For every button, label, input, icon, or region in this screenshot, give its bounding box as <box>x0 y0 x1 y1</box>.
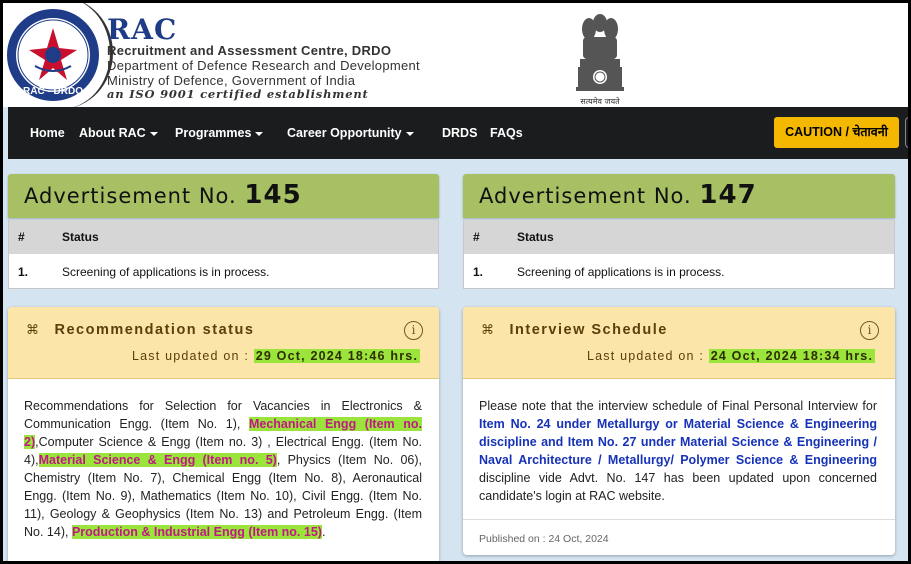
national-emblem-icon: सत्यमेव जयते <box>576 14 624 106</box>
info-icon[interactable]: i <box>860 321 879 340</box>
row-status: Screening of applications is in process. <box>517 265 725 279</box>
nav-faqs-label: FAQs <box>490 126 523 140</box>
org-name: Recruitment and Assessment Centre, DRDO <box>107 43 392 58</box>
advertisement-147-title: Advertisement No. 147 <box>479 180 757 210</box>
info-icon[interactable]: i <box>404 321 423 340</box>
last-updated-date: 29 Oct, 2024 18:46 hrs. <box>253 349 421 363</box>
nav-about-rac[interactable]: About RAC <box>79 126 158 140</box>
chevron-down-icon <box>405 131 414 136</box>
last-updated: Last updated on : 24 Oct, 2024 18:34 hrs… <box>587 349 876 363</box>
rac-drdo-logo-icon[interactable]: RAC - DRDO <box>5 6 101 104</box>
iso-tagline: an ISO 9001 certified establishment <box>107 87 369 101</box>
nav-career-label: Career Opportunity <box>287 126 402 140</box>
recommendation-status-card: ⌘ Recommendation status i Last updated on… <box>8 307 439 561</box>
status-table-header: # Status <box>463 220 895 254</box>
last-updated-label: Last updated on : <box>587 349 705 363</box>
advertisement-145-panel: Advertisement No. 145 # Status 1. Screen… <box>8 174 439 290</box>
main-navbar: Home About RAC Programmes Career Opportu… <box>8 107 908 159</box>
site-header: RAC - DRDO RAC Recruitment and Assessmen… <box>3 3 908 109</box>
nav-home-label: Home <box>30 126 65 140</box>
nav-faqs[interactable]: FAQs <box>490 126 523 140</box>
page-frame: RAC - DRDO RAC Recruitment and Assessmen… <box>0 0 911 564</box>
advertisement-prefix: Advertisement No. <box>479 184 692 208</box>
nav-programmes[interactable]: Programmes <box>175 126 264 140</box>
nav-programmes-label: Programmes <box>175 126 252 140</box>
advertisement-145-header: Advertisement No. 145 <box>8 174 439 218</box>
interview-card-title: ⌘ Interview Schedule <box>481 322 668 338</box>
nav-career-opportunity[interactable]: Career Opportunity <box>287 126 414 140</box>
interview-items-link[interactable]: Item No. 24 under Metallurgy or Material… <box>479 417 877 467</box>
last-updated-date: 24 Oct, 2024 18:34 hrs. <box>708 349 876 363</box>
recommendation-card-header: ⌘ Recommendation status i Last updated on… <box>8 307 439 379</box>
interview-text-1: Please note that the interview schedule … <box>479 399 877 413</box>
nav-about-label: About RAC <box>79 126 146 140</box>
chevron-down-icon <box>149 131 158 136</box>
site-title: RAC <box>107 13 178 46</box>
table-row: 1. Screening of applications is in proce… <box>8 254 439 289</box>
interview-text-2: discipline vide Advt. No. 147 has been u… <box>479 471 877 503</box>
recommendation-card-title: ⌘ Recommendation status <box>26 322 254 338</box>
advertisement-145-title: Advertisement No. 145 <box>24 180 302 210</box>
nav-home[interactable]: Home <box>30 126 65 140</box>
divider <box>463 519 895 520</box>
advertisement-147-header: Advertisement No. 147 <box>463 174 895 218</box>
command-icon: ⌘ <box>481 323 496 338</box>
department-name: Department of Defence Research and Devel… <box>107 58 420 73</box>
last-updated: Last updated on : 29 Oct, 2024 18:46 hrs… <box>132 349 421 363</box>
recommendation-body: Recommendations for Selection for Vacanc… <box>24 397 422 541</box>
nav-drds-label: DRDS <box>442 126 478 140</box>
nav-drds[interactable]: DRDS <box>442 126 477 140</box>
recommendation-text-4: . <box>321 525 326 539</box>
published-date: Published on : 24 Oct, 2024 <box>479 533 609 545</box>
row-number: 1. <box>473 265 484 279</box>
last-updated-label: Last updated on : <box>132 349 250 363</box>
caution-button[interactable]: CAUTION / चेतावनी <box>774 117 899 148</box>
interview-title-text: Interview Schedule <box>509 322 668 338</box>
interview-card-header: ⌘ Interview Schedule i Last updated on : … <box>463 307 895 379</box>
table-row: 1. Screening of applications is in proce… <box>463 254 895 289</box>
advertisement-prefix: Advertisement No. <box>24 184 237 208</box>
logo-label: RAC - DRDO <box>23 86 83 97</box>
status-table-header: # Status <box>8 220 439 254</box>
interview-body: Please note that the interview schedule … <box>479 397 877 505</box>
command-icon: ⌘ <box>26 323 41 338</box>
col-number: # <box>473 230 480 244</box>
advertisement-147-panel: Advertisement No. 147 # Status 1. Screen… <box>463 174 895 290</box>
ministry-name: Ministry of Defence, Government of India <box>107 73 356 88</box>
row-status: Screening of applications is in process. <box>62 265 270 279</box>
advertisement-number: 145 <box>244 180 302 210</box>
chevron-down-icon <box>255 131 264 136</box>
col-status: Status <box>62 230 99 244</box>
nav-toggle-button[interactable] <box>905 117 908 148</box>
material-science-link[interactable]: Material Science & Engg (Item no. 5) <box>38 453 277 467</box>
recommendation-title-text: Recommendation status <box>54 322 255 338</box>
advertisement-number: 147 <box>699 180 757 210</box>
row-number: 1. <box>18 265 29 279</box>
production-industrial-link[interactable]: Production & Industrial Engg (Item no. 1… <box>71 525 322 539</box>
interview-schedule-card: ⌘ Interview Schedule i Last updated on : … <box>463 307 895 555</box>
emblem-caption: सत्यमेव जयते <box>580 96 620 106</box>
col-number: # <box>18 230 25 244</box>
col-status: Status <box>517 230 554 244</box>
